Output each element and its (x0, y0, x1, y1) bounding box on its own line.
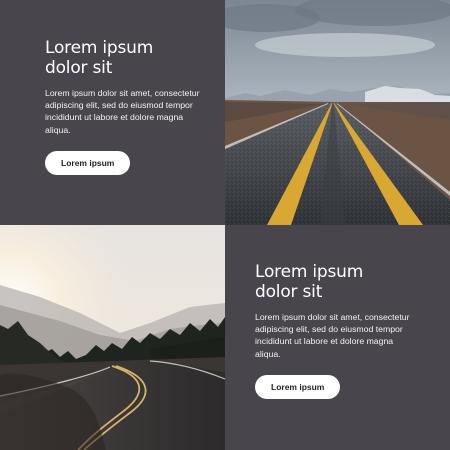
feature-card-bottom: Lorem ipsum dolor sit Lorem ipsum dolor … (225, 225, 450, 450)
feature-card-top-body: Lorem ipsum dolor sit amet, consectetur … (45, 88, 200, 135)
feature-card-bottom-body: Lorem ipsum dolor sit amet, consectetur … (255, 312, 410, 359)
feature-card-top-title: Lorem ipsum dolor sit (45, 38, 154, 78)
feature-card-top-content: Lorem ipsum dolor sit Lorem ipsum dolor … (45, 38, 205, 175)
feature-card-bottom-content: Lorem ipsum dolor sit Lorem ipsum dolor … (255, 262, 415, 399)
feature-grid: Lorem ipsum dolor sit Lorem ipsum dolor … (0, 0, 450, 450)
feature-card-top-button[interactable]: Lorem ipsum (45, 150, 131, 175)
feature-card-bottom-button[interactable]: Lorem ipsum (255, 374, 341, 399)
road-straight-photo-graphic (225, 0, 450, 225)
road-curve-photo-graphic (0, 225, 225, 450)
feature-card-bottom-title: Lorem ipsum dolor sit (255, 262, 364, 302)
feature-card-top: Lorem ipsum dolor sit Lorem ipsum dolor … (0, 0, 225, 225)
road-curve-photo (0, 225, 225, 450)
road-straight-photo (225, 0, 450, 225)
